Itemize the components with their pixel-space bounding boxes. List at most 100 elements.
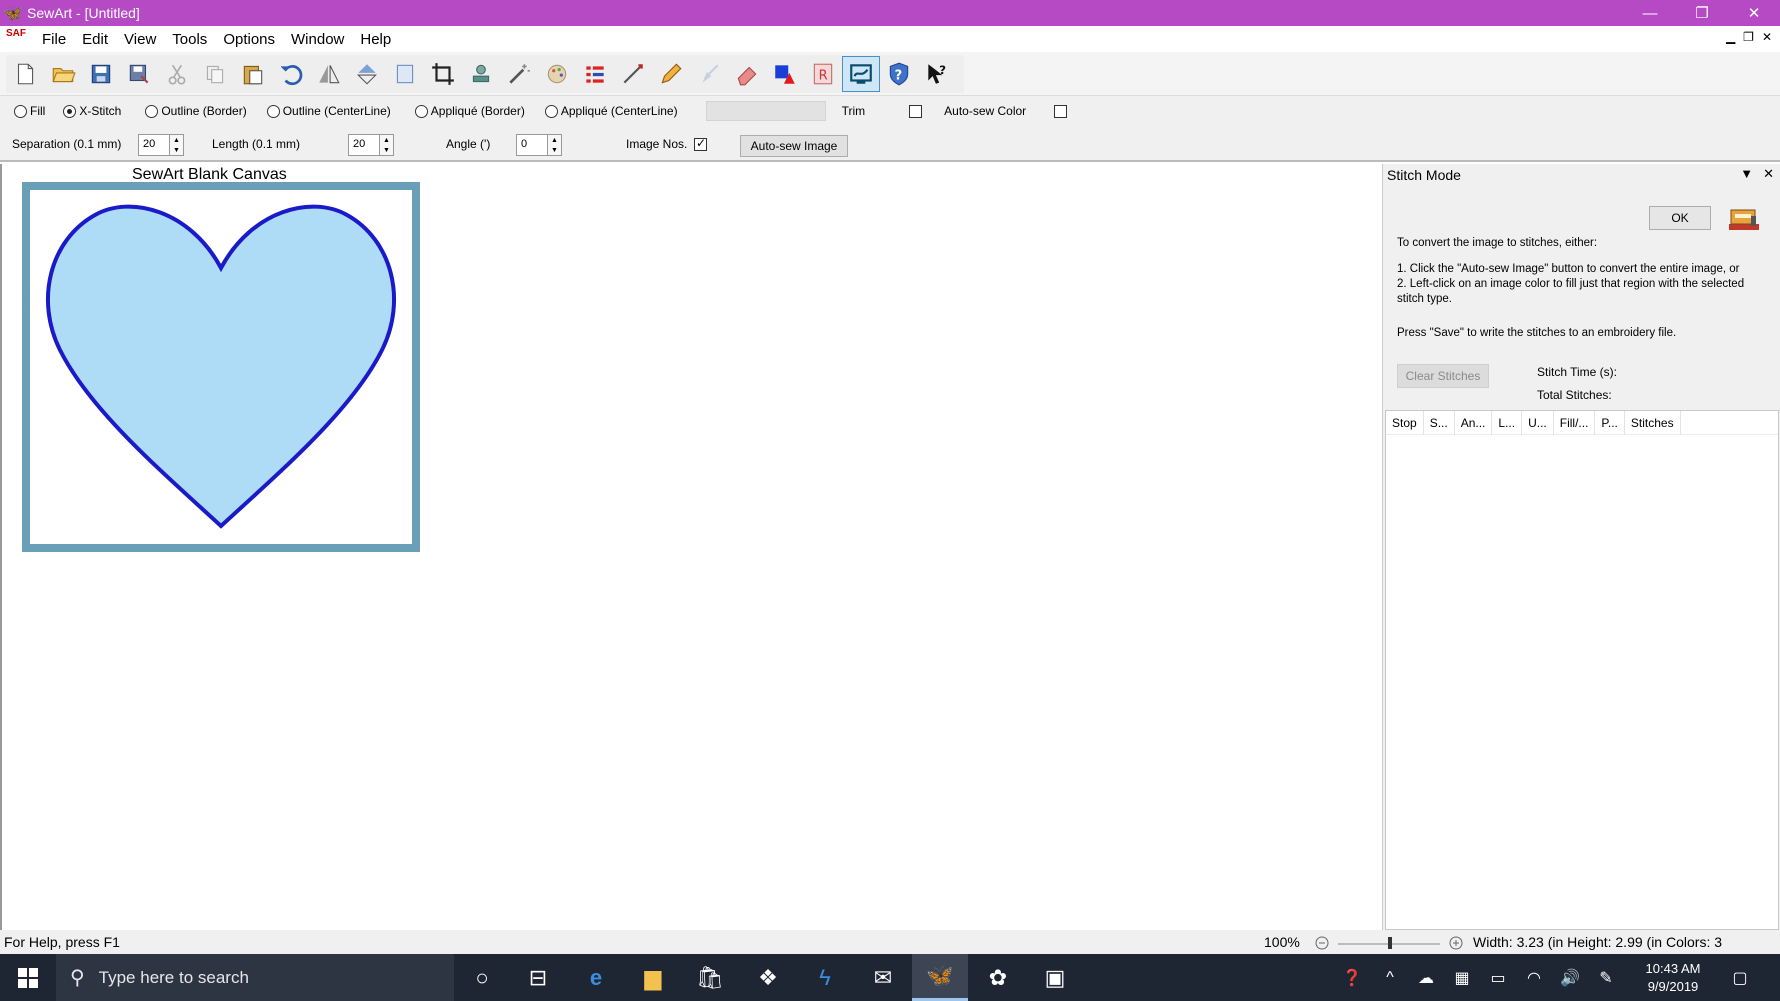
- rotate-icon[interactable]: [386, 56, 424, 92]
- col-angle[interactable]: An...: [1455, 410, 1493, 435]
- autosew-color-checkbox[interactable]: [1054, 104, 1068, 118]
- screen-app-icon[interactable]: ▣: [1027, 954, 1083, 1001]
- context-help-icon[interactable]: ?: [918, 56, 956, 92]
- taskbar-clock[interactable]: 10:43 AM 9/9/2019: [1636, 960, 1710, 996]
- show-hidden-icons[interactable]: ^: [1372, 954, 1408, 1001]
- flip-vertical-icon[interactable]: [348, 56, 386, 92]
- angle-spinner[interactable]: 0 ▲ ▼: [516, 134, 562, 156]
- panel-dropdown-icon[interactable]: ▼: [1740, 166, 1753, 182]
- flip-horizontal-icon[interactable]: [310, 56, 348, 92]
- radio-fill[interactable]: Fill: [14, 104, 45, 118]
- restore-button[interactable]: ❐: [1676, 0, 1728, 26]
- close-button[interactable]: ✕: [1728, 0, 1780, 26]
- col-u[interactable]: U...: [1522, 410, 1554, 435]
- col-p[interactable]: P...: [1595, 410, 1625, 435]
- help-icon[interactable]: ?: [880, 56, 918, 92]
- canvas-area[interactable]: SewArt Blank Canvas: [0, 164, 1380, 930]
- radio-outline-border[interactable]: Outline (Border): [145, 104, 247, 118]
- col-length[interactable]: L...: [1492, 410, 1523, 435]
- fill-color-icon[interactable]: [766, 56, 804, 92]
- mdi-close-icon[interactable]: ✕: [1762, 30, 1772, 44]
- pencil-icon[interactable]: [652, 56, 690, 92]
- document-icon[interactable]: SAF: [6, 29, 28, 49]
- save-as-icon[interactable]: [120, 56, 158, 92]
- photo-app-icon[interactable]: ✿: [970, 954, 1026, 1001]
- edge-browser-icon[interactable]: e: [568, 954, 624, 1001]
- zoom-slider[interactable]: [1314, 934, 1464, 952]
- text-tool-icon[interactable]: R: [804, 56, 842, 92]
- start-button[interactable]: [0, 954, 56, 1001]
- mdi-restore-icon[interactable]: ❐: [1743, 30, 1754, 44]
- radio-applique-border[interactable]: Appliqué (Border): [414, 104, 525, 118]
- length-spin-arrows[interactable]: ▲ ▼: [380, 134, 394, 156]
- battery-icon[interactable]: ▭: [1480, 954, 1516, 1001]
- ok-button[interactable]: OK: [1649, 206, 1711, 230]
- angle-spin-arrows[interactable]: ▲ ▼: [548, 134, 562, 156]
- length-input[interactable]: 20: [348, 134, 380, 156]
- col-fill[interactable]: Fill/...: [1554, 410, 1596, 435]
- stitch-mode-panel: Stitch Mode ▼ ✕ OK To convert the image …: [1382, 164, 1780, 930]
- pen-icon[interactable]: ✎: [1588, 954, 1624, 1001]
- radio-outline-centerline[interactable]: Outline (CenterLine): [266, 104, 391, 118]
- length-spinner[interactable]: 20 ▲ ▼: [348, 134, 394, 156]
- stitch-pattern-dropdown[interactable]: [705, 101, 826, 121]
- cut-icon[interactable]: [158, 56, 196, 92]
- stitch-list-table[interactable]: Stop S... An... L... U... Fill/... P... …: [1385, 410, 1779, 930]
- app-lightning-icon[interactable]: ϟ: [797, 954, 853, 1001]
- cortana-icon[interactable]: ○: [454, 954, 510, 1001]
- save-icon[interactable]: [82, 56, 120, 92]
- col-s[interactable]: S...: [1424, 410, 1455, 435]
- onedrive-icon[interactable]: ☁: [1408, 954, 1444, 1001]
- brush-icon[interactable]: [690, 56, 728, 92]
- menu-view[interactable]: View: [116, 31, 164, 48]
- panel-close-icon[interactable]: ✕: [1763, 166, 1774, 182]
- volume-icon[interactable]: 🔊: [1552, 954, 1588, 1001]
- line-tool-icon[interactable]: [614, 56, 652, 92]
- menu-edit[interactable]: Edit: [74, 31, 116, 48]
- help-tray-icon[interactable]: ❓: [1334, 954, 1370, 1001]
- radio-applique-centerline[interactable]: Appliqué (CenterLine): [544, 104, 678, 118]
- stitch-mode-icon[interactable]: [842, 56, 880, 92]
- separation-spin-arrows[interactable]: ▲ ▼: [170, 134, 184, 156]
- open-folder-icon[interactable]: [44, 56, 82, 92]
- new-file-icon[interactable]: [6, 56, 44, 92]
- angle-input[interactable]: 0: [516, 134, 548, 156]
- sewart-taskbar-icon[interactable]: 🦋: [912, 954, 968, 1001]
- image-nos-checkbox[interactable]: [694, 136, 707, 151]
- col-stop[interactable]: Stop: [1386, 410, 1424, 435]
- wifi-icon[interactable]: ◠: [1516, 954, 1552, 1001]
- crop-icon[interactable]: [424, 56, 462, 92]
- clear-stitches-button[interactable]: Clear Stitches: [1397, 364, 1489, 388]
- undo-icon[interactable]: [272, 56, 310, 92]
- canvas-frame[interactable]: [22, 182, 420, 552]
- radio-x-stitch[interactable]: X-Stitch: [63, 104, 121, 118]
- security-tray-icon[interactable]: ▦: [1444, 954, 1480, 1001]
- notifications-icon[interactable]: ▢: [1722, 954, 1758, 1001]
- mail-icon[interactable]: ✉: [855, 954, 911, 1001]
- mdi-minimize-icon[interactable]: ▁: [1726, 30, 1735, 44]
- col-stitches[interactable]: Stitches: [1625, 410, 1681, 435]
- file-explorer-icon[interactable]: ▆: [625, 954, 681, 1001]
- menu-tools[interactable]: Tools: [164, 31, 215, 48]
- taskbar-search-box[interactable]: ⚲ Type here to search: [56, 954, 454, 1001]
- dropbox-icon[interactable]: ❖: [740, 954, 796, 1001]
- heart-image[interactable]: [30, 190, 412, 544]
- store-icon[interactable]: 🛍: [682, 954, 738, 1001]
- copy-icon[interactable]: [196, 56, 234, 92]
- magic-wand-icon[interactable]: [500, 56, 538, 92]
- menu-file[interactable]: File: [34, 31, 74, 48]
- menu-options[interactable]: Options: [215, 31, 283, 48]
- palette-icon[interactable]: [538, 56, 576, 92]
- separation-spinner[interactable]: 20 ▲ ▼: [138, 134, 184, 156]
- eraser-icon[interactable]: [728, 56, 766, 92]
- trim-checkbox[interactable]: [909, 104, 923, 118]
- menu-window[interactable]: Window: [283, 31, 352, 48]
- separation-input[interactable]: 20: [138, 134, 170, 156]
- stamp-icon[interactable]: [462, 56, 500, 92]
- paste-icon[interactable]: [234, 56, 272, 92]
- autosew-image-button[interactable]: Auto-sew Image: [740, 135, 848, 157]
- menu-help[interactable]: Help: [352, 31, 399, 48]
- task-view-icon[interactable]: ⊟: [510, 954, 566, 1001]
- minimize-button[interactable]: —: [1624, 0, 1676, 26]
- color-list-icon[interactable]: [576, 56, 614, 92]
